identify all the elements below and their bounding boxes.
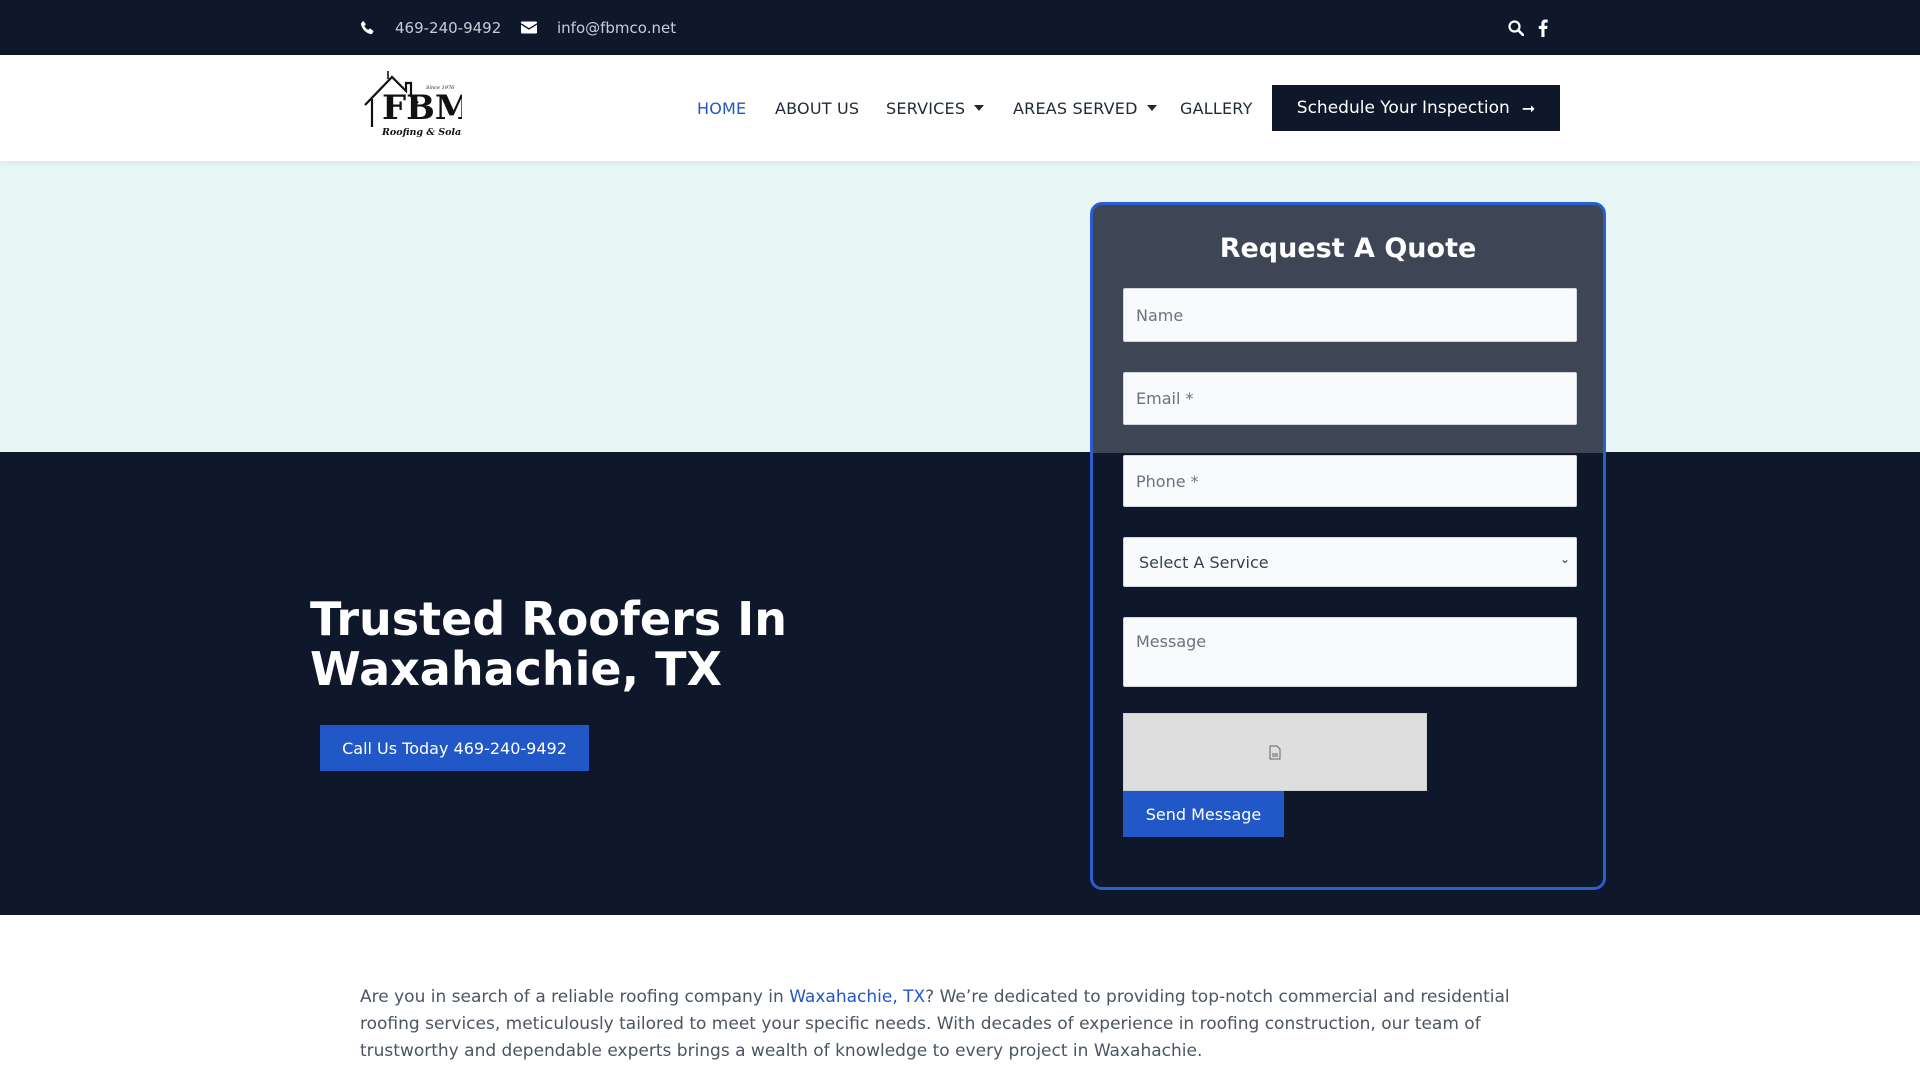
nav-about-label: ABOUT US — [775, 98, 860, 118]
svg-text:Since 1976: Since 1976 — [426, 85, 455, 91]
quote-form-title: Request A Quote — [1219, 233, 1477, 264]
captcha-frame[interactable] — [1123, 713, 1427, 791]
nav-home[interactable]: HOME — [697, 55, 746, 161]
name-placeholder: Name — [1136, 305, 1184, 325]
hero-title: Trusted Roofers In Waxahachie, TX — [310, 592, 788, 696]
fbm-logo-icon: FBM Since 1976 Roofing & Solar — [364, 71, 473, 138]
search-button[interactable] — [1508, 0, 1524, 55]
intro-paragraph: Are you in search of a reliable roofing … — [360, 984, 1550, 1065]
topbar-email-text: info@fbmco.net — [557, 18, 677, 37]
service-selected-value: Select A Service — [1139, 552, 1269, 572]
schedule-inspection-label: Schedule Your Inspection — [1296, 98, 1510, 118]
call-us-button[interactable]: Call Us Today 469-240-9492 — [320, 725, 589, 771]
email-input[interactable]: Email * — [1123, 372, 1577, 425]
top-bar: 469-240-9492 info@fbmco.net — [0, 0, 1920, 55]
message-textarea[interactable]: Message — [1123, 617, 1577, 687]
name-input[interactable]: Name — [1123, 288, 1577, 342]
nav-services[interactable]: SERVICES — [886, 55, 985, 161]
nav-gallery-label: GALLERY — [1180, 98, 1253, 118]
svg-text:FBM: FBM — [382, 88, 462, 128]
waxahachie-link[interactable]: Waxahachie, TX — [789, 987, 925, 1007]
intro-text-before: Are you in search of a reliable roofing … — [360, 987, 790, 1007]
nav-home-label: HOME — [697, 98, 747, 118]
nav-services-label: SERVICES — [886, 98, 966, 118]
logo[interactable]: FBM Since 1976 Roofing & Solar — [362, 69, 473, 141]
nav-gallery[interactable]: GALLERY — [1180, 55, 1253, 161]
message-placeholder: Message — [1136, 632, 1207, 651]
facebook-link[interactable] — [1538, 0, 1548, 55]
topbar-phone-text: 469-240-9492 — [395, 18, 502, 37]
nav-areas-served[interactable]: AREAS SERVED — [1013, 55, 1157, 161]
topbar-phone[interactable]: 469-240-9492 — [360, 0, 501, 55]
svg-text:Roofing & Solar: Roofing & Solar — [381, 127, 462, 138]
caret-down-icon — [1146, 105, 1157, 111]
service-select[interactable]: Select A Service ⌄ — [1123, 537, 1577, 587]
site-header: FBM Since 1976 Roofing & Solar HOME ABOU… — [0, 55, 1920, 161]
caret-down-icon — [974, 105, 985, 111]
send-message-label: Send Message — [1145, 804, 1262, 824]
envelope-icon — [521, 21, 537, 34]
hero-top-band — [0, 161, 1920, 452]
send-message-button[interactable]: Send Message — [1123, 791, 1284, 837]
nav-areas-label: AREAS SERVED — [1013, 98, 1138, 118]
email-placeholder: Email * — [1136, 389, 1194, 408]
search-icon — [1508, 19, 1524, 36]
chevron-down-icon: ⌄ — [1559, 552, 1570, 566]
phone-placeholder: Phone * — [1136, 471, 1199, 491]
broken-image-icon — [1269, 745, 1281, 759]
call-us-label: Call Us Today 469-240-9492 — [342, 738, 567, 758]
quote-form-card: Request A Quote Name Email * Phone * Sel… — [1090, 202, 1606, 890]
phone-input[interactable]: Phone * — [1123, 455, 1577, 507]
schedule-inspection-button[interactable]: Schedule Your Inspection ➞ — [1272, 85, 1560, 131]
nav-about-us[interactable]: ABOUT US — [775, 55, 859, 161]
phone-icon — [360, 20, 374, 35]
arrow-right-icon: ➞ — [1521, 98, 1536, 118]
topbar-email[interactable]: info@fbmco.net — [521, 0, 676, 55]
facebook-icon — [1538, 19, 1548, 37]
